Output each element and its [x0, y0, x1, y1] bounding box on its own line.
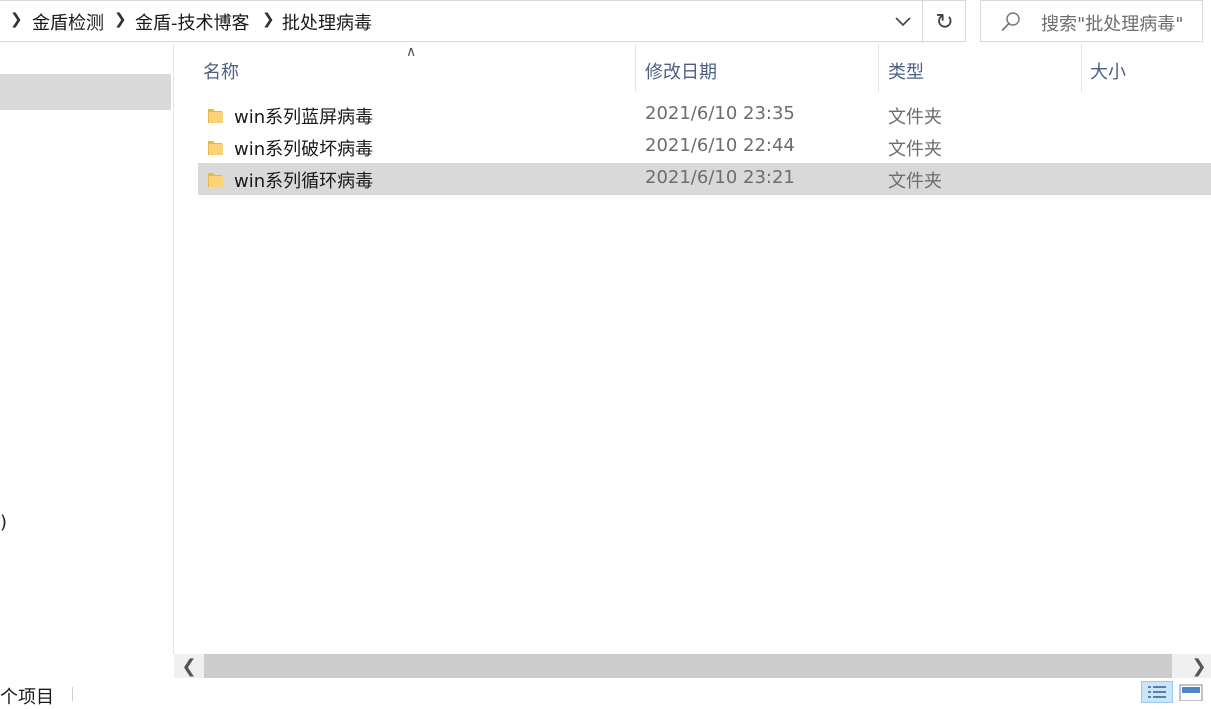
- folder-icon: [208, 109, 223, 123]
- file-row-selected[interactable]: win系列循环病毒 2021/6/10 23:21 文件夹: [174, 162, 1211, 195]
- item-count: 个项目: [0, 687, 54, 708]
- chevron-down-icon: [895, 17, 911, 27]
- file-date: 2021/6/10 23:35: [645, 103, 795, 124]
- folder-icon: [208, 141, 223, 155]
- column-header-type[interactable]: 类型: [888, 58, 924, 84]
- file-name[interactable]: win系列蓝屏病毒: [234, 103, 373, 129]
- search-icon: [1001, 12, 1020, 32]
- nav-item-selected[interactable]: [0, 74, 171, 110]
- top-bar: ❯ 金盾检测 ❯ 金盾-技术博客 ❯ 批处理病毒 ↻ 搜索"批处理病毒": [0, 0, 1211, 44]
- folder-icon: [208, 173, 223, 187]
- large-icons-view-button[interactable]: [1178, 681, 1210, 703]
- file-row[interactable]: win系列蓝屏病毒 2021/6/10 23:35 文件夹: [174, 98, 1211, 130]
- file-type: 文件夹: [888, 139, 942, 160]
- breadcrumb-item[interactable]: 金盾-技术博客: [135, 9, 250, 35]
- scroll-left-button[interactable]: ❮: [178, 655, 200, 677]
- chevron-right-icon[interactable]: ❯: [114, 10, 127, 28]
- column-headers: ∧ 名称 修改日期 类型 大小: [174, 44, 1211, 92]
- chevron-right-icon: ❯: [1191, 655, 1207, 677]
- refresh-icon: ↻: [935, 9, 954, 35]
- column-header-size[interactable]: 大小: [1090, 58, 1126, 84]
- file-name[interactable]: win系列破坏病毒: [234, 135, 373, 161]
- scrollbar-thumb[interactable]: [204, 654, 1172, 678]
- column-header-date[interactable]: 修改日期: [645, 58, 717, 84]
- address-bar[interactable]: ❯ 金盾检测 ❯ 金盾-技术博客 ❯ 批处理病毒 ↻: [0, 0, 966, 43]
- sort-ascending-icon: ∧: [406, 44, 417, 60]
- refresh-button[interactable]: ↻: [923, 1, 966, 43]
- address-history-button[interactable]: [883, 1, 923, 43]
- column-header-name[interactable]: 名称: [203, 58, 239, 84]
- file-row[interactable]: win系列破坏病毒 2021/6/10 22:44 文件夹: [174, 130, 1211, 162]
- file-date: 2021/6/10 22:44: [645, 135, 795, 156]
- file-date: 2021/6/10 23:21: [645, 167, 795, 188]
- file-list: win系列蓝屏病毒 2021/6/10 23:35 文件夹 win系列破坏病毒 …: [174, 98, 1211, 195]
- scroll-right-button[interactable]: ❯: [1188, 655, 1210, 677]
- file-name[interactable]: win系列循环病毒: [234, 167, 373, 193]
- large-icons-view-icon: [1179, 684, 1203, 702]
- breadcrumb-item[interactable]: 批处理病毒: [282, 9, 372, 35]
- file-type: 文件夹: [888, 107, 942, 128]
- details-view-button[interactable]: [1141, 681, 1173, 703]
- chevron-right-icon[interactable]: ❯: [262, 10, 275, 28]
- column-divider[interactable]: [635, 44, 636, 92]
- chevron-right-icon[interactable]: ❯: [10, 10, 23, 28]
- details-view-icon: [1148, 686, 1166, 698]
- chevron-left-icon: ❮: [181, 655, 197, 677]
- column-divider[interactable]: [1081, 44, 1082, 92]
- horizontal-scrollbar[interactable]: ❮ ❯: [174, 654, 1211, 678]
- navigation-pane[interactable]: ): [0, 44, 174, 654]
- search-box[interactable]: 搜索"批处理病毒": [980, 0, 1203, 42]
- nav-item-label[interactable]: ): [0, 512, 7, 533]
- status-bar: 个项目: [0, 679, 1211, 708]
- column-divider[interactable]: [878, 44, 879, 92]
- file-type: 文件夹: [888, 171, 942, 192]
- divider: [72, 687, 73, 701]
- breadcrumb-item[interactable]: 金盾检测: [32, 9, 104, 35]
- search-input[interactable]: 搜索"批处理病毒": [1041, 10, 1184, 36]
